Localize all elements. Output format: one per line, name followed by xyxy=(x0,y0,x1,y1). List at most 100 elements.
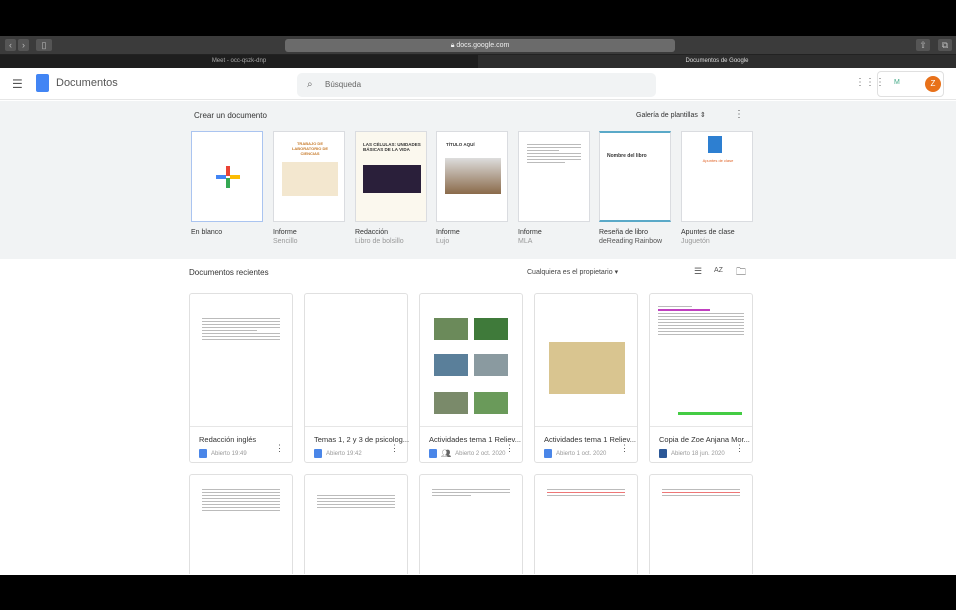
template-name: Redacción xyxy=(355,229,389,236)
template-informe-mla[interactable]: Informe MLA xyxy=(518,131,590,245)
search-input[interactable]: ⌕ Búsqueda xyxy=(297,73,656,97)
template-name: En blanco xyxy=(191,229,223,236)
forward-button[interactable]: › xyxy=(18,39,29,51)
word-file-icon xyxy=(659,449,667,458)
menu-icon[interactable]: ☰ xyxy=(12,77,23,91)
docs-file-icon xyxy=(314,449,322,458)
more-options-icon[interactable]: ⋮ xyxy=(505,444,514,453)
template-gallery: Crear un documento Galería de plantillas… xyxy=(0,101,956,259)
sort-az-icon[interactable]: AZ xyxy=(714,267,723,274)
more-options-icon[interactable]: ⋮ xyxy=(735,444,744,453)
search-icon: ⌕ xyxy=(307,79,313,90)
app-title: Documentos xyxy=(56,77,118,89)
doc-card[interactable] xyxy=(649,474,753,574)
screen-border-bottom xyxy=(0,575,956,610)
thumb-title: Nombre del libro xyxy=(607,153,647,159)
search-placeholder: Búsqueda xyxy=(325,80,362,89)
template-apuntes-clase[interactable]: Apuntes de clase Apuntes de clase Juguet… xyxy=(681,131,753,245)
shared-icon: 👥︎ xyxy=(441,449,452,458)
docs-file-icon xyxy=(429,449,437,458)
doc-meta: Abierto 19:49 xyxy=(211,450,247,457)
doc-card[interactable] xyxy=(419,474,523,574)
template-informe-lujo[interactable]: TÍTULO AQUÍ Informe Lujo xyxy=(436,131,508,245)
doc-meta: Abierto 1 oct. 2020 xyxy=(556,450,607,457)
template-thumbnail: LAS CÉLULAS: UNIDADES BÁSICAS DE LA VIDA xyxy=(355,131,427,222)
url-text: docs.google.com xyxy=(456,42,510,49)
template-thumbnail: TÍTULO AQUÍ xyxy=(436,131,508,222)
template-informe-sencillo[interactable]: TRABAJO DE LABORATORIO DE CIENCIAS Infor… xyxy=(273,131,345,245)
thumb-title: TRABAJO DE LABORATORIO DE CIENCIAS xyxy=(291,141,329,156)
template-name: Reseña de libro xyxy=(599,229,649,236)
template-thumbnail: Nombre del libro xyxy=(599,131,671,222)
template-subtitle: MLA xyxy=(518,238,533,245)
template-subtitle: Lujo xyxy=(436,238,450,245)
template-subtitle: Libro de bolsillo xyxy=(355,238,404,245)
doc-card[interactable] xyxy=(304,474,408,574)
dropdown-arrow-icon: ▾ xyxy=(614,269,619,276)
doc-thumbnail xyxy=(650,294,752,427)
template-subtitle: Sencillo xyxy=(273,238,298,245)
browser-toolbar: ‹ › ▯ 🔒︎ docs.google.com ⇧ ⧉ xyxy=(0,36,956,55)
folder-icon[interactable]: 🗀︎ xyxy=(736,265,746,282)
owner-filter-label: Cualquiera es el propietario xyxy=(527,269,613,276)
doc-card[interactable]: Actividades tema 1 Reliev... 👥︎ Abierto 2… xyxy=(419,293,523,463)
doc-card[interactable]: Temas 1, 2 y 3 de psicolog... Abierto 19… xyxy=(304,293,409,463)
thumb-title: Apuntes de clase xyxy=(702,158,734,163)
template-thumbnail xyxy=(191,131,263,222)
template-name: Informe xyxy=(436,229,460,236)
tabs-icon[interactable]: ⧉ xyxy=(938,39,952,51)
more-options-icon[interactable]: ⋮ xyxy=(390,444,399,453)
sidebar-icon[interactable]: ▯ xyxy=(36,39,52,51)
recent-docs-title: Documentos recientes xyxy=(189,268,269,277)
account-logo: M xyxy=(894,79,900,86)
avatar[interactable]: Z xyxy=(925,76,941,92)
template-thumbnail: TRABAJO DE LABORATORIO DE CIENCIAS xyxy=(273,131,345,222)
lock-icon: 🔒︎ xyxy=(450,42,455,49)
list-view-icon[interactable]: ☰ xyxy=(694,266,702,277)
template-blank[interactable]: En blanco xyxy=(191,131,263,236)
template-gallery-button[interactable]: Galería de plantillas ⇕ xyxy=(636,111,706,119)
app-header: ☰ Documentos ⌕ Búsqueda ⋮⋮⋮ M Z xyxy=(0,68,956,100)
template-thumbnail: Apuntes de clase xyxy=(681,131,753,222)
more-options-icon[interactable]: ⋮ xyxy=(734,109,744,120)
doc-meta: Abierto 18 jun. 2020 xyxy=(671,450,725,457)
templates-title: Crear un documento xyxy=(194,111,267,120)
doc-card[interactable]: Copia de Zoe Anjana Mor... Abierto 18 ju… xyxy=(649,293,753,463)
address-bar[interactable]: 🔒︎ docs.google.com xyxy=(285,39,675,52)
back-button[interactable]: ‹ xyxy=(5,39,16,51)
tab-docs[interactable]: Documentos de Google xyxy=(478,55,956,68)
doc-card[interactable]: Actividades tema 1 Reliev... Abierto 1 o… xyxy=(534,293,638,463)
thumb-title: TÍTULO AQUÍ xyxy=(446,142,475,147)
gallery-label: Galería de plantillas xyxy=(636,112,698,119)
more-options-icon[interactable]: ⋮ xyxy=(620,444,629,453)
template-name: Informe xyxy=(273,229,297,236)
account-switcher[interactable]: M Z xyxy=(877,71,944,97)
doc-thumbnail xyxy=(420,294,522,427)
share-icon[interactable]: ⇧ xyxy=(916,39,930,51)
doc-thumbnail xyxy=(305,294,407,427)
template-resena-libro[interactable]: Nombre del libro Reseña de libro deReadi… xyxy=(599,131,671,245)
docs-file-icon xyxy=(199,449,207,458)
more-options-icon[interactable]: ⋮ xyxy=(275,444,284,453)
doc-card[interactable] xyxy=(189,474,293,574)
template-name: Apuntes de clase xyxy=(681,229,735,236)
doc-thumbnail xyxy=(190,294,292,427)
owner-filter-dropdown[interactable]: Cualquiera es el propietario ▾ xyxy=(527,268,618,276)
docs-logo-icon xyxy=(36,74,49,92)
thumb-title: LAS CÉLULAS: UNIDADES BÁSICAS DE LA VIDA xyxy=(363,142,421,152)
template-redaccion[interactable]: LAS CÉLULAS: UNIDADES BÁSICAS DE LA VIDA… xyxy=(355,131,427,245)
screen-border-top xyxy=(0,0,956,36)
doc-meta: Abierto 19:42 xyxy=(326,450,362,457)
template-subtitle: deReading Rainbow xyxy=(599,238,663,245)
docs-app: ☰ Documentos ⌕ Búsqueda ⋮ ⋮ ⋮ M Z Crear un … xyxy=(0,68,956,575)
doc-card[interactable]: Redacción inglés Abierto 19:49 ⋮ xyxy=(189,293,293,463)
doc-meta: Abierto 2 oct. 2020 xyxy=(455,450,506,457)
doc-thumbnail xyxy=(535,294,637,427)
doc-card[interactable] xyxy=(534,474,638,574)
template-name: Informe xyxy=(518,229,542,236)
tab-bar: Meet - occ-qszk-dnp Documentos de Google xyxy=(0,55,956,68)
docs-file-icon xyxy=(544,449,552,458)
template-subtitle: Juguetón xyxy=(681,238,710,245)
template-thumbnail xyxy=(518,131,590,222)
tab-meet[interactable]: Meet - occ-qszk-dnp xyxy=(0,55,478,68)
